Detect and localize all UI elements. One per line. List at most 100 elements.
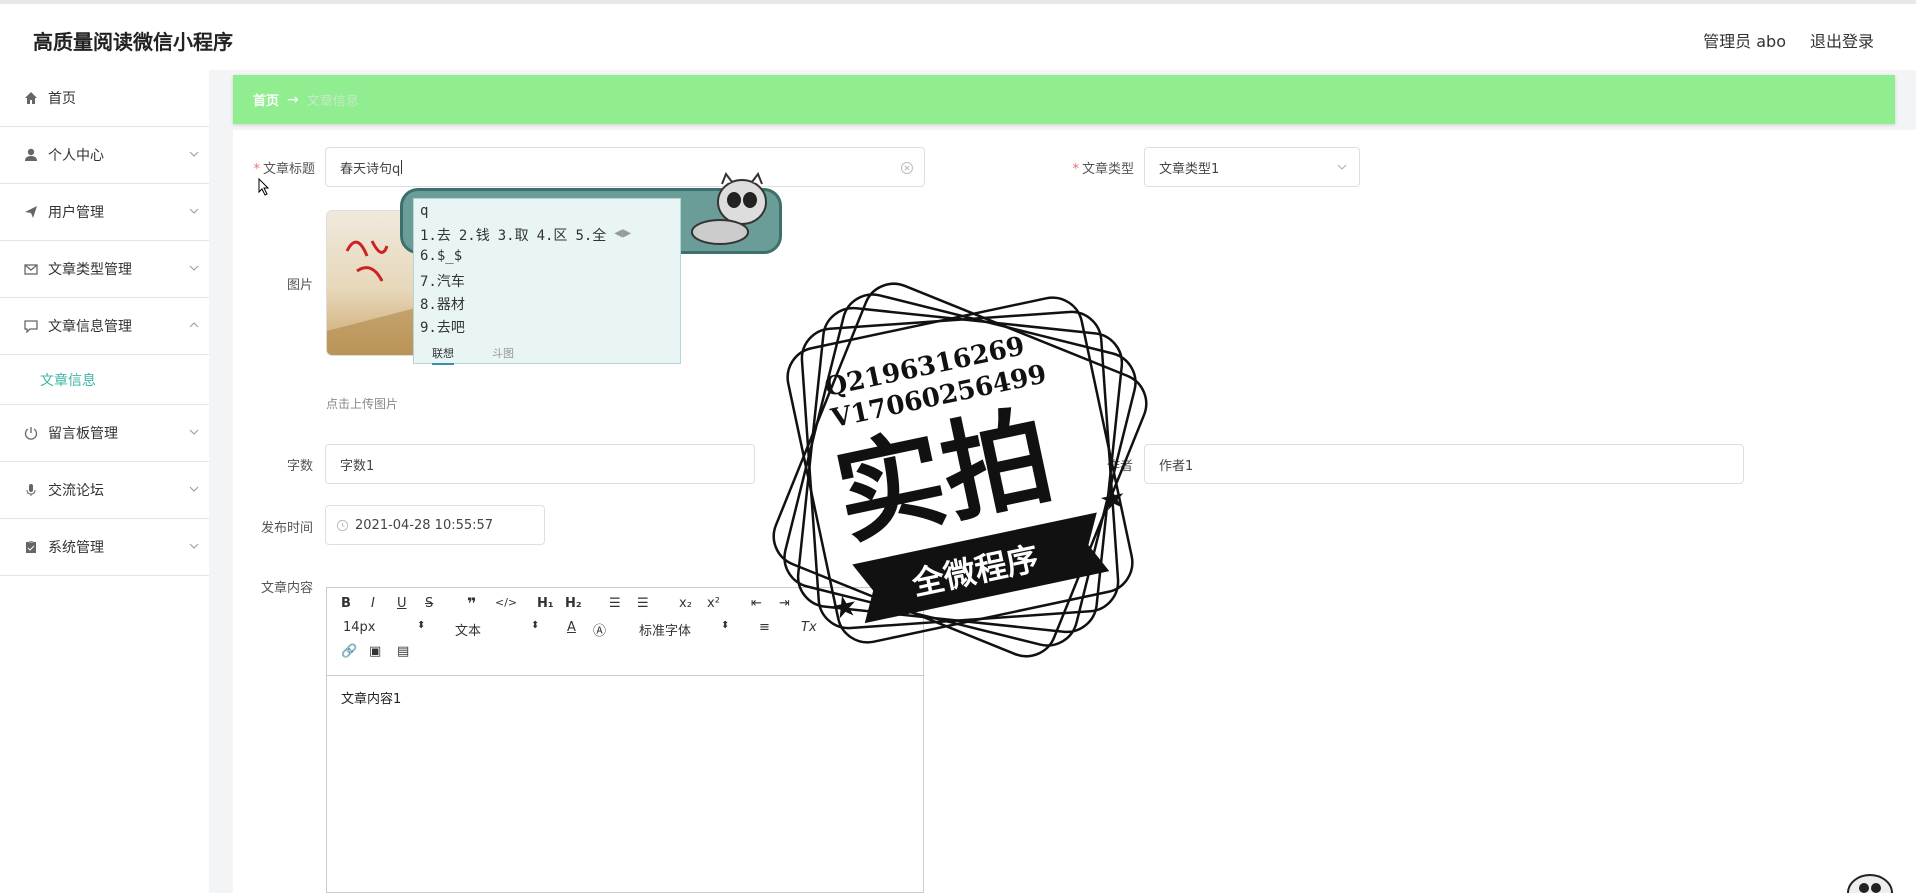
chevron-up-icon xyxy=(189,322,199,328)
corner-mascot-icon xyxy=(1847,874,1893,893)
ime-tab-stickers[interactable]: 斗图 xyxy=(492,345,514,361)
logout-button[interactable]: 退出登录 xyxy=(1810,28,1874,52)
ime-candidate-row: 1.去 2.钱 3.取 4.区 5.全 ◀▶ xyxy=(420,225,631,245)
user-area: 管理员 abo 退出登录 xyxy=(1703,28,1874,52)
ime-candidate[interactable]: 4.区 xyxy=(537,225,568,245)
sidebar: 首页 个人中心 用户管理 文章类型管理 文章信息管理 文章信息 留言板管理 交流… xyxy=(0,70,209,893)
chevron-down-icon xyxy=(189,486,199,492)
block-type-select[interactable]: 文本 xyxy=(455,620,481,639)
author-input[interactable]: 作者1 xyxy=(1144,444,1744,484)
title-input[interactable]: 春天诗句q xyxy=(325,147,925,187)
ordered-list-button[interactable]: ☰ xyxy=(609,596,621,611)
watermark-stamp: Q2196316269 V17060256499 实拍 全微程序 ★ ★ xyxy=(772,282,1148,658)
subscript-button[interactable]: x₂ xyxy=(679,596,692,611)
title-label: * 文章标题 xyxy=(253,162,315,177)
sidebar-subitem-article-info[interactable]: 文章信息 xyxy=(0,355,209,405)
image-icon[interactable]: ▣ xyxy=(369,644,381,659)
type-select[interactable]: 文章类型1 xyxy=(1144,147,1360,187)
sidebar-item-article-types[interactable]: 文章类型管理 xyxy=(0,241,209,298)
admin-user-label[interactable]: 管理员 abo xyxy=(1703,28,1786,52)
bold-button[interactable]: B xyxy=(341,596,351,611)
mouse-cursor-icon xyxy=(258,178,270,196)
superscript-button[interactable]: x² xyxy=(707,596,720,611)
strike-button[interactable]: S xyxy=(425,596,433,611)
sidebar-item-users[interactable]: 用户管理 xyxy=(0,184,209,241)
ime-candidate[interactable]: 5.全 xyxy=(575,225,606,245)
ime-candidate[interactable]: 6.$_$ xyxy=(420,248,462,264)
breadcrumb-arrow-icon: → xyxy=(287,91,299,108)
power-icon xyxy=(22,424,40,442)
h2-button[interactable]: H₂ xyxy=(565,596,582,611)
chevron-down-icon xyxy=(189,208,199,214)
sidebar-item-label: 文章信息管理 xyxy=(48,319,132,335)
code-button[interactable]: </> xyxy=(495,596,517,609)
ime-candidate[interactable]: 9.去吧 xyxy=(420,317,465,337)
sidebar-item-label: 文章类型管理 xyxy=(48,262,132,278)
video-icon[interactable]: ▤ xyxy=(397,644,409,659)
font-size-arrow-icon: ⬍ xyxy=(417,620,426,631)
breadcrumb: 首页 → 文章信息 xyxy=(233,75,1895,124)
top-bar: 高质量阅读微信小程序 管理员 abo 退出登录 xyxy=(0,0,1916,70)
breadcrumb-home[interactable]: 首页 xyxy=(253,90,279,109)
sidebar-item-label: 系统管理 xyxy=(48,540,104,556)
upload-hint[interactable]: 点击上传图片 xyxy=(326,395,398,412)
underline-button[interactable]: U xyxy=(397,596,407,611)
ime-candidate[interactable]: 2.钱 xyxy=(459,225,490,245)
sidebar-item-label: 用户管理 xyxy=(48,205,104,221)
publish-time-label: 发布时间 xyxy=(260,521,313,536)
ime-candidate[interactable]: 3.取 xyxy=(498,225,529,245)
app-title: 高质量阅读微信小程序 xyxy=(33,30,233,54)
sidebar-item-label: 首页 xyxy=(48,91,76,107)
ime-input-text: q xyxy=(420,203,429,219)
publish-time-picker[interactable]: 2021-04-28 10:55:57 xyxy=(325,505,545,545)
words-label: 字数 xyxy=(286,459,313,474)
sidebar-item-label: 交流论坛 xyxy=(48,483,104,499)
words-input[interactable]: 字数1 xyxy=(325,444,755,484)
type-label: * 文章类型 xyxy=(1072,162,1134,177)
sidebar-item-profile[interactable]: 个人中心 xyxy=(0,127,209,184)
content-label: 文章内容 xyxy=(260,581,313,596)
font-family-arrow-icon: ⬍ xyxy=(721,620,730,631)
mic-icon xyxy=(22,481,40,499)
ime-tab-association[interactable]: 联想 xyxy=(432,345,454,365)
block-type-arrow-icon: ⬍ xyxy=(531,620,540,631)
home-icon xyxy=(22,89,40,107)
sidebar-item-label: 个人中心 xyxy=(48,148,104,164)
ime-mascot-icon xyxy=(691,172,767,245)
chevron-down-icon xyxy=(189,265,199,271)
clock-icon xyxy=(336,519,349,531)
breadcrumb-current: 文章信息 xyxy=(306,94,359,109)
sidebar-item-article-info[interactable]: 文章信息管理 xyxy=(0,298,209,355)
ime-page-arrows-icon[interactable]: ◀▶ xyxy=(614,225,631,245)
chevron-down-icon xyxy=(1337,164,1347,170)
bullet-list-button[interactable]: ☰ xyxy=(637,596,649,611)
sidebar-item-label: 留言板管理 xyxy=(48,426,118,442)
font-size-select[interactable]: 14px xyxy=(343,620,376,635)
quote-button[interactable]: ❞ xyxy=(467,594,476,613)
chevron-down-icon xyxy=(189,151,199,157)
mail-icon xyxy=(22,260,40,278)
clear-icon[interactable] xyxy=(900,161,914,175)
sidebar-item-forum[interactable]: 交流论坛 xyxy=(0,462,209,519)
ime-tabs: 联想 斗图 xyxy=(414,341,680,365)
ime-candidate[interactable]: 1.去 xyxy=(420,225,451,245)
send-icon xyxy=(22,203,40,221)
clipboard-icon xyxy=(22,538,40,556)
editor-content[interactable]: 文章内容1 xyxy=(327,676,923,719)
stamp-star-icon: ★ xyxy=(1096,479,1130,519)
sidebar-item-system[interactable]: 系统管理 xyxy=(0,519,209,576)
font-color-button[interactable]: A xyxy=(567,620,576,635)
h1-button[interactable]: H₁ xyxy=(537,596,554,611)
stamp-star-icon: ★ xyxy=(828,588,862,628)
image-label: 图片 xyxy=(286,278,313,293)
italic-button[interactable]: I xyxy=(371,596,375,611)
background-color-button[interactable]: Ⓐ xyxy=(593,620,606,639)
ime-candidate[interactable]: 7.汽车 xyxy=(420,271,465,291)
ime-candidate[interactable]: 8.器材 xyxy=(420,294,465,314)
font-family-select[interactable]: 标准字体 xyxy=(639,620,691,639)
sidebar-item-home[interactable]: 首页 xyxy=(0,70,209,127)
sidebar-item-message-board[interactable]: 留言板管理 xyxy=(0,405,209,462)
chevron-down-icon xyxy=(189,543,199,549)
link-icon[interactable]: 🔗 xyxy=(341,644,357,659)
chat-icon xyxy=(22,317,40,335)
